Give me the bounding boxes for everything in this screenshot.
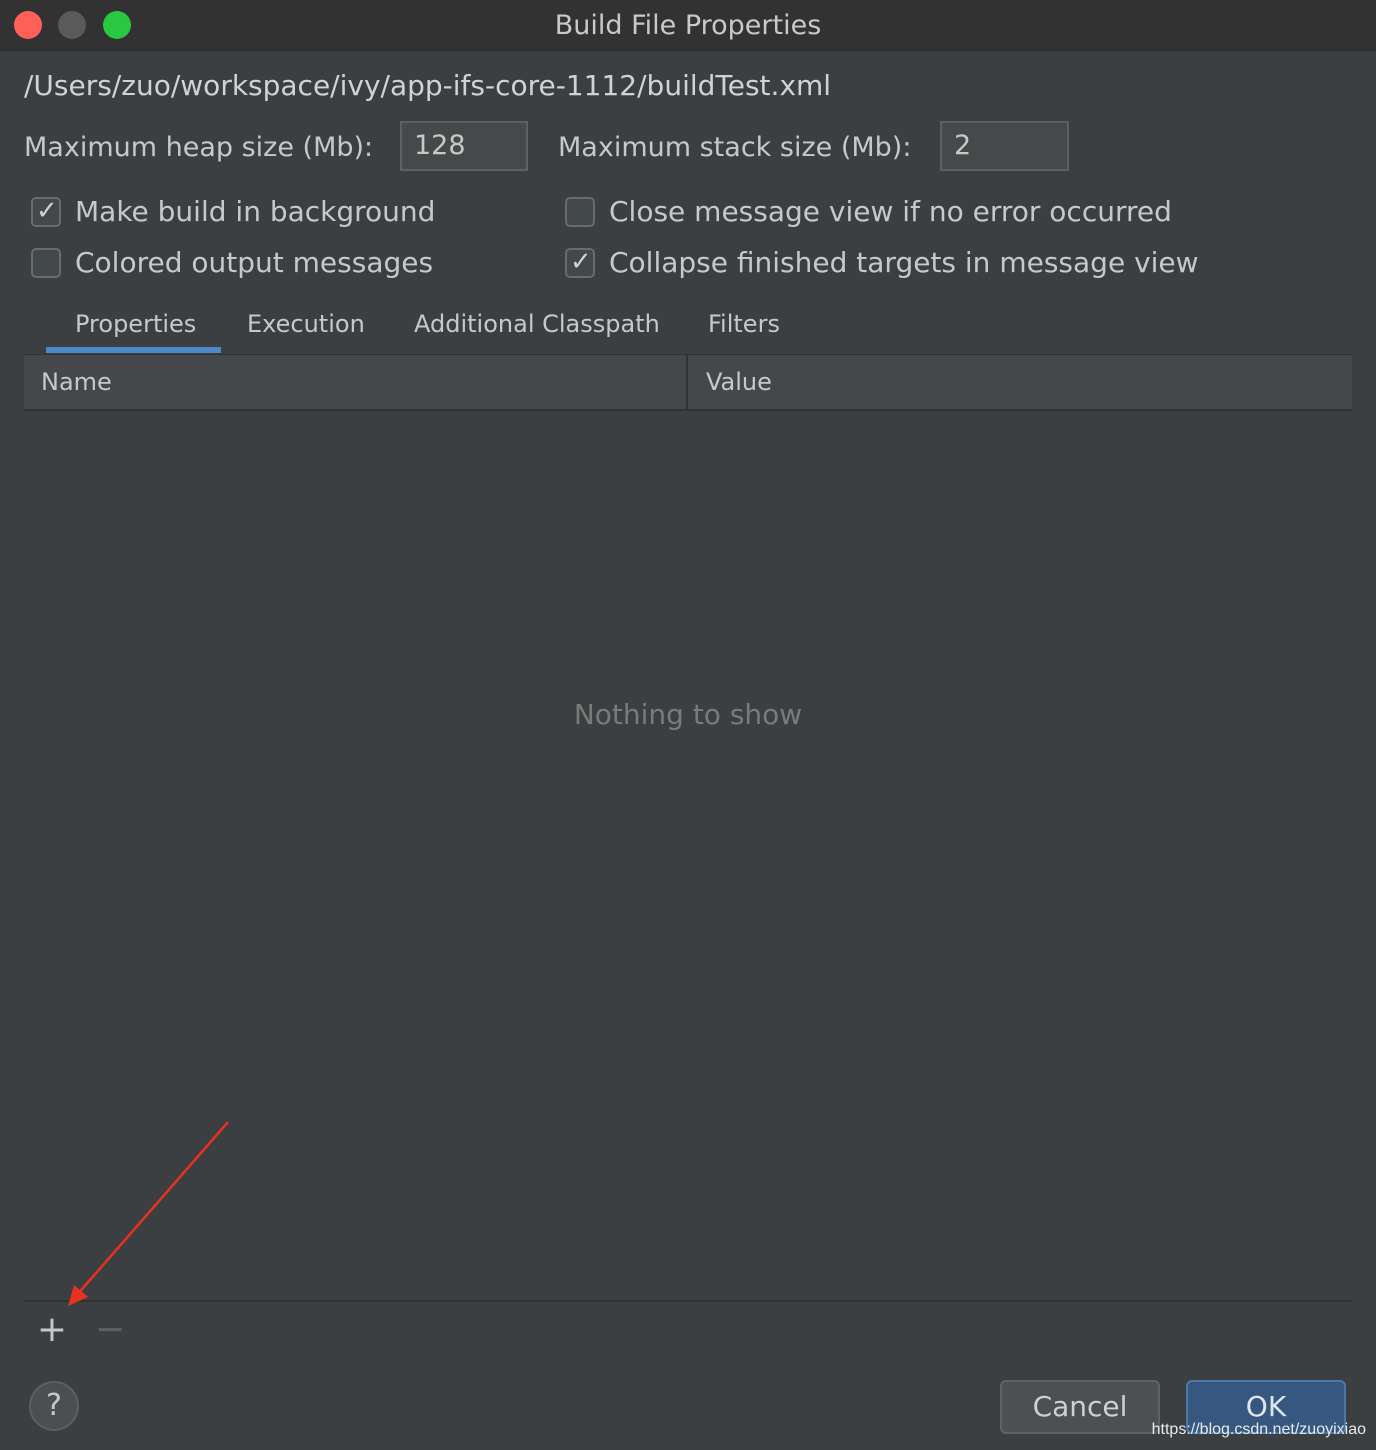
arrow-annotation — [68, 1121, 229, 1306]
watermark-text: https://blog.csdn.net/zuoyixiao — [1151, 1421, 1366, 1438]
